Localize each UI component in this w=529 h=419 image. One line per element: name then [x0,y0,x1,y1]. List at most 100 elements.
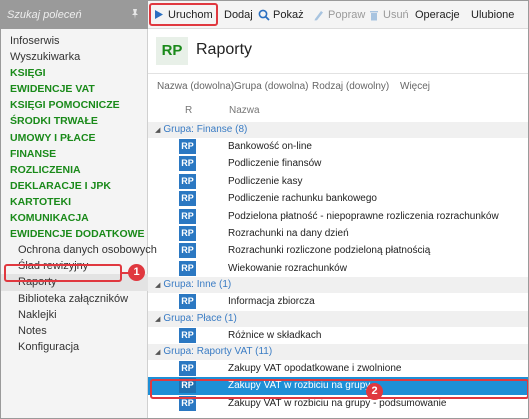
group-prefix: Grupa: [163,312,194,324]
trash-icon [370,11,378,21]
table-row[interactable]: RP Informacja zbiorcza [148,293,528,310]
report-type-icon: RP [179,360,196,376]
column-r[interactable]: R [185,105,192,116]
report-type-icon: RP [179,139,196,154]
report-type-icon: RP [179,260,196,276]
delete-label: Usuń [383,9,409,21]
filter-more[interactable]: Więcej [400,81,430,92]
module-badge: RP [156,37,188,65]
table-row[interactable]: RP Rozrachunki na dany dzień [148,225,528,242]
report-name: Informacja zbiorcza [228,296,315,308]
group-header[interactable]: ◢ Grupa: Raporty VAT (11) [148,343,528,361]
report-type-icon: RP [179,173,196,189]
sidebar-item[interactable]: EWIDENCJE DODATKOWE [1,226,148,242]
run-button[interactable]: Uruchom [154,1,214,29]
column-header: R Nazwa [148,102,528,120]
report-type-icon: RP [179,294,196,310]
filter-name[interactable]: Nazwa (dowolna) [157,81,234,92]
sidebar-item[interactable]: Konfiguracja [1,339,148,355]
collapse-triangle-icon[interactable]: ◢ [155,123,160,139]
group-prefix: Grupa: [163,279,194,291]
sidebar: InfoserwisWyszukiwarkaKSIĘGIEWIDENCJE VA… [1,1,157,418]
delete-button[interactable]: Usuń [369,1,413,29]
collapse-triangle-icon[interactable]: ◢ [155,278,160,294]
sidebar-item[interactable]: EWIDENCJE VAT [1,81,148,97]
report-name: Zakupy VAT opodatkowane i zwolnione [228,362,402,374]
sidebar-item[interactable]: Infoserwis [1,33,148,49]
table-row[interactable]: RP Podliczenie kasy [148,173,528,190]
search-input[interactable] [7,7,125,23]
group-header[interactable]: ◢ Grupa: Inne (1) [148,277,528,294]
group-count: (1) [219,279,232,291]
report-type-icon: RP [179,191,196,207]
report-type-icon: RP [179,208,196,224]
pin-icon[interactable] [129,8,141,20]
column-name[interactable]: Nazwa [229,105,260,116]
table-row[interactable]: RP Rozrachunki rozliczone podzieloną płat… [148,242,528,259]
report-type-icon: RP [179,225,196,241]
report-name: Wiekowanie rozrachunków [228,262,347,274]
report-name: Bankowość on-line [228,141,312,152]
sidebar-item[interactable]: Notes [1,323,148,339]
table-row[interactable]: RP Podzielona płatność - niepoprawne rozl… [148,208,528,225]
report-name: Rozrachunki na dany dzień [228,227,349,239]
fix-button[interactable]: Popraw [313,1,365,29]
group-name: Finanse [196,124,233,135]
show-button[interactable]: Pokaż [258,1,306,29]
sidebar-item[interactable]: DEKLARACJE I JPK [1,178,148,194]
filter-type[interactable]: Rodzaj (dowolny) [312,81,389,92]
selected-row-highlight [150,379,528,399]
group-header[interactable]: ◢ Grupa: Płace (1) [148,310,528,328]
toolbar: Uruchom Dodaj Pokaż Popraw Usuń Operacje… [148,1,528,29]
report-type-icon: RP [179,156,196,172]
sidebar-item[interactable]: Wyszukiwarka [1,49,148,65]
sidebar-item[interactable]: FINANSE [1,146,148,162]
group-count: (8) [235,124,248,135]
report-name: Podliczenie kasy [228,175,303,187]
sidebar-item[interactable]: Biblioteka załączników [1,291,148,307]
group-header[interactable]: ◢ Grupa: Finanse (8) [148,122,528,139]
sidebar-item[interactable]: KSIĘGI POMOCNICZE [1,97,148,113]
table-row[interactable]: RP Podliczenie finansów [148,155,528,172]
show-label: Pokaż [273,9,304,21]
run-label: Uruchom [168,9,213,21]
command-search [1,1,148,29]
table-row[interactable]: RP Zakupy VAT opodatkowane i zwolnione [148,360,528,377]
sidebar-item[interactable]: UMOWY I PŁACE [1,130,148,146]
filter-group[interactable]: Grupa (dowolna) [234,81,308,92]
sidebar-item[interactable]: Ochrona danych osobowych [1,242,157,258]
favorites-menu[interactable]: Ulubione [471,1,523,29]
add-button[interactable]: Dodaj [224,1,254,29]
group-name: Inne [196,279,217,291]
page-header: RP Raporty [148,29,528,73]
report-name: Podliczenie finansów [228,158,322,170]
table-row[interactable]: RP Różnice w składkach [148,327,528,344]
report-type-icon: RP [179,327,196,343]
group-prefix: Grupa: [163,124,194,135]
operations-menu[interactable]: Operacje [415,1,465,29]
collapse-triangle-icon[interactable]: ◢ [155,312,160,328]
report-list: ◢ Grupa: Finanse (8) RP Bankowość on-line RP… [148,122,528,412]
report-name: Podliczenie rachunku bankowego [228,193,377,205]
search-icon [258,9,270,21]
sidebar-item[interactable]: KSIĘGI [1,65,148,81]
favorites-label: Ulubione [471,9,515,21]
sidebar-item[interactable]: Naklejki [1,307,148,323]
table-row[interactable]: RP Podliczenie rachunku bankowego [148,190,528,207]
group-count: (11) [255,345,273,357]
report-name: Rozrachunki rozliczone podzieloną płatno… [228,245,431,257]
sidebar-item[interactable]: ROZLICZENIA [1,162,148,178]
table-row[interactable]: RP Bankowość on-line [148,138,528,155]
table-row[interactable]: RP Wiekowanie rozrachunków [148,260,528,277]
callout-badge-1: 1 [128,264,145,281]
sidebar-item[interactable]: ŚRODKI TRWAŁE [1,113,148,129]
collapse-triangle-icon[interactable]: ◢ [155,345,160,361]
sidebar-item[interactable]: KOMUNIKACJA [1,210,148,226]
page-title: Raporty [196,41,253,58]
callout-badge-2: 2 [366,383,383,400]
header-divider [148,73,528,74]
sidebar-nav: Infoserwis Wyszukiwarka KSIĘGI EWIDENCJE VA… [1,33,157,355]
sidebar-item[interactable]: KARTOTEKI [1,194,148,210]
app-window: InfoserwisWyszukiwarkaKSIĘGIEWIDENCJE VA… [0,0,529,419]
filter-bar: Nazwa (dowolna) Grupa (dowolna) Rodzaj (… [148,79,528,95]
